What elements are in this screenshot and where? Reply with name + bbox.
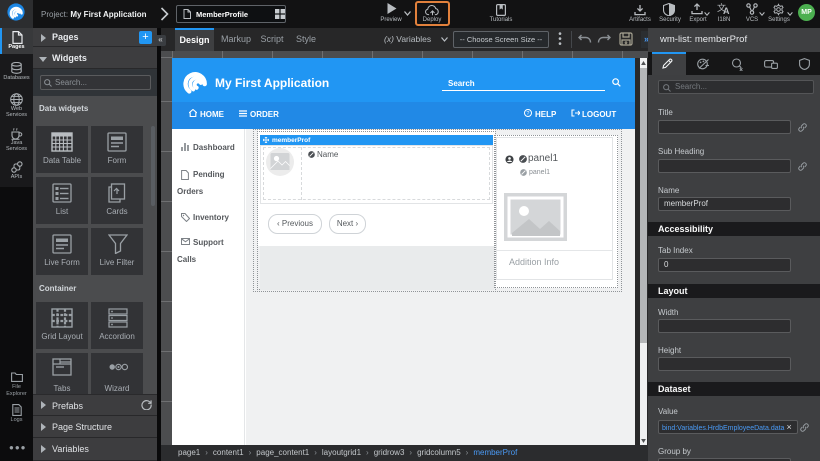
svg-text:?: ? [526,111,529,117]
svg-text:A: A [723,6,730,15]
